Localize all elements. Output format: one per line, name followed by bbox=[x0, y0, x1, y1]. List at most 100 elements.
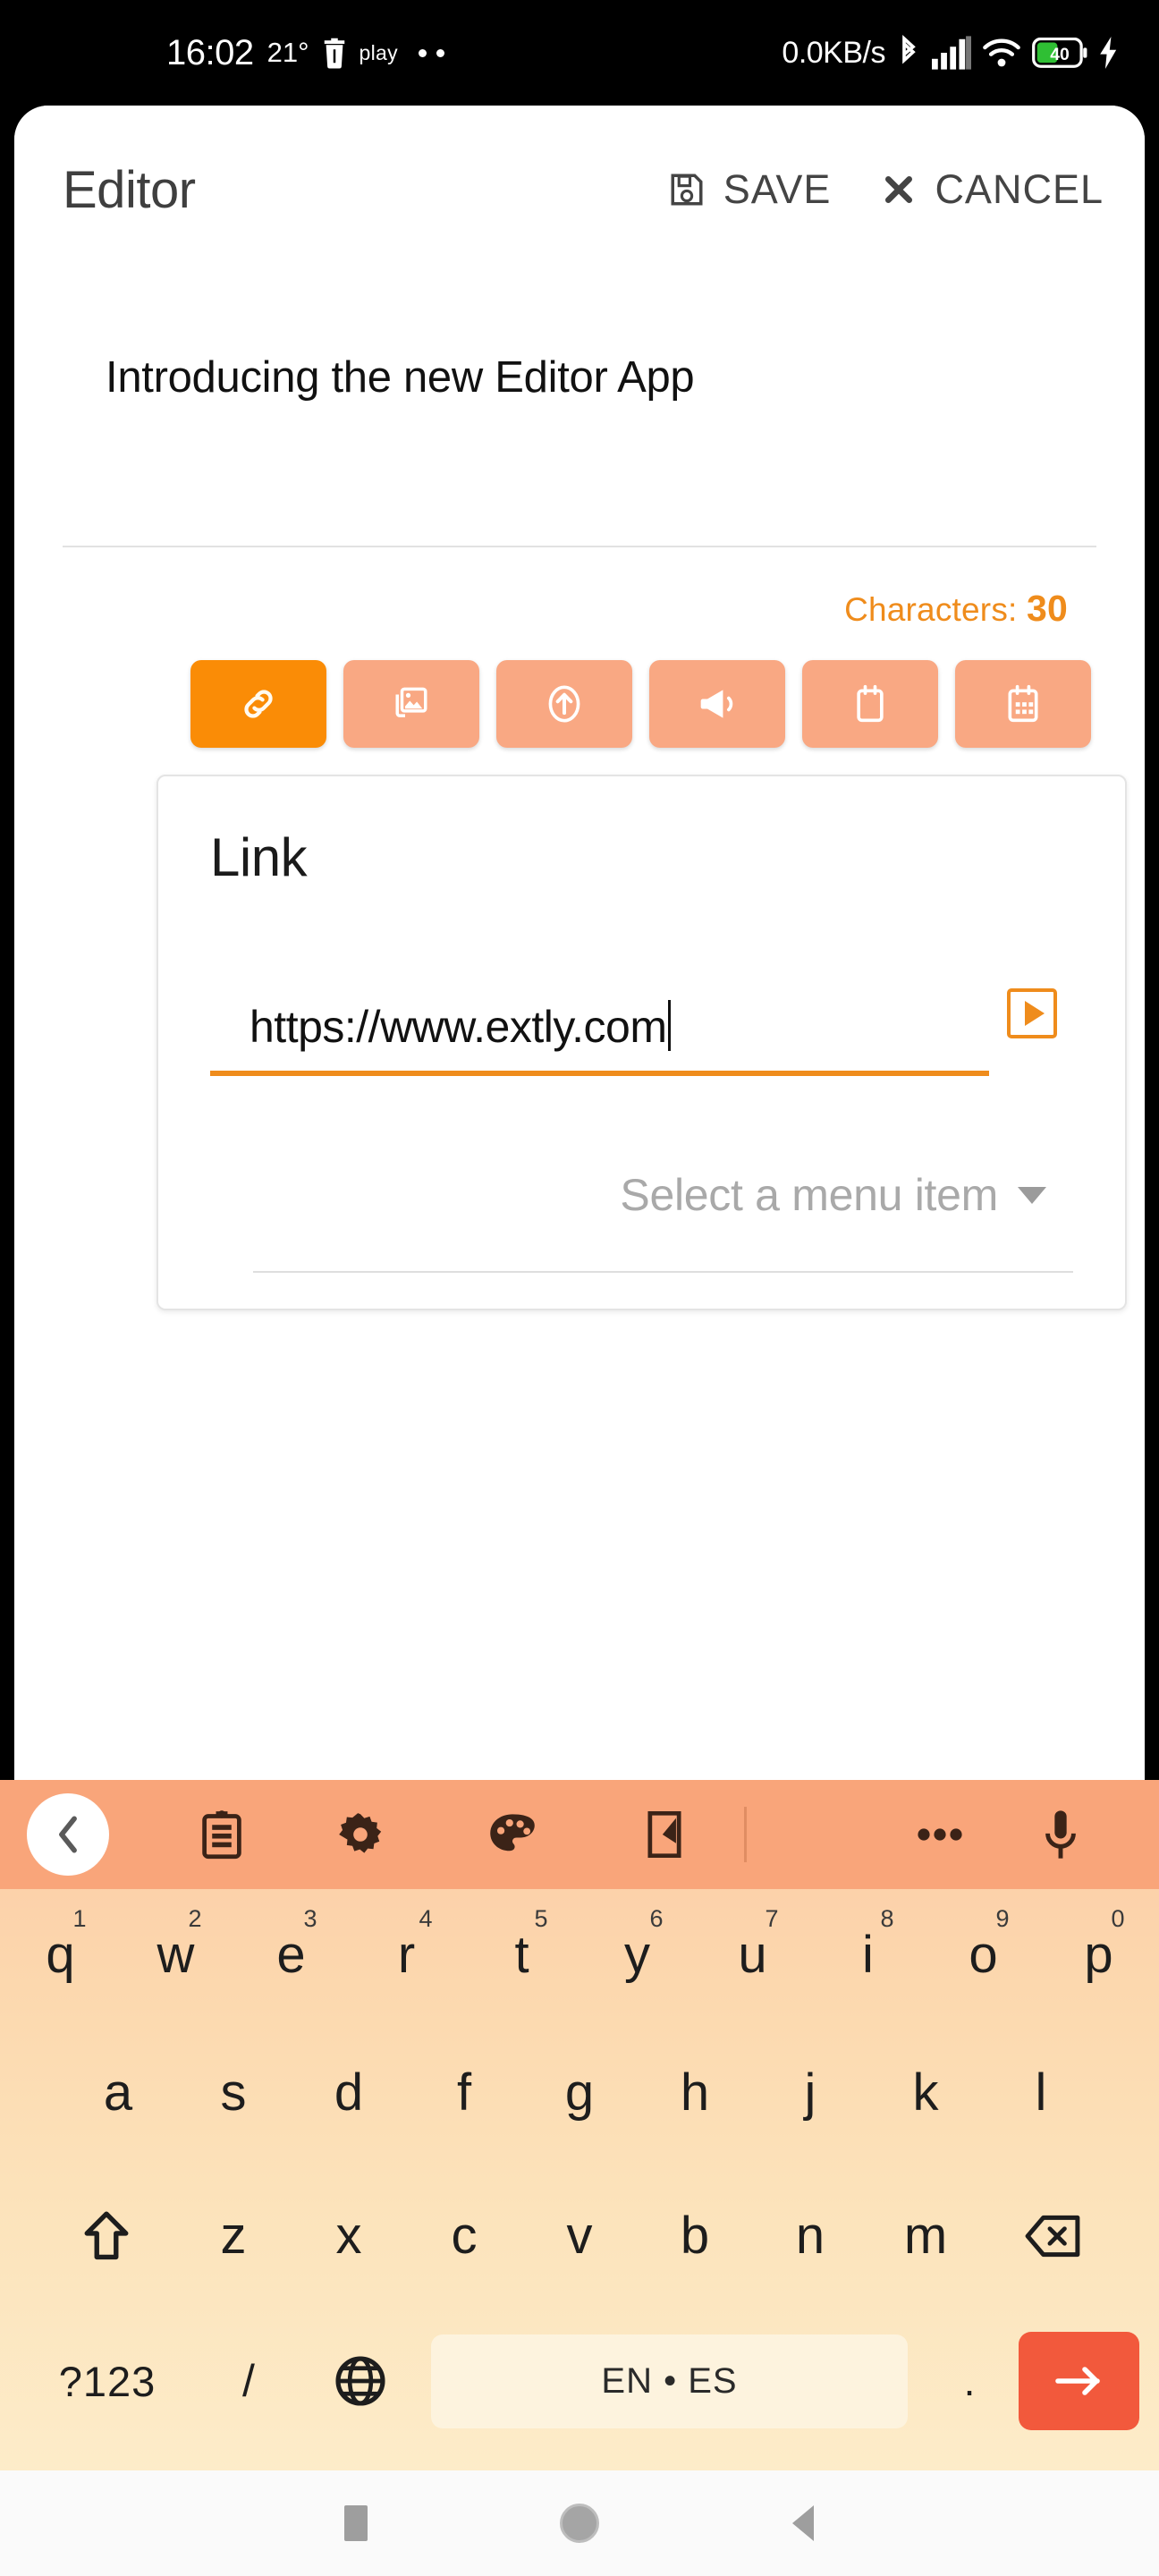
key-slash-label: / bbox=[242, 2356, 255, 2406]
back-chevron-icon bbox=[53, 1814, 83, 1855]
keyboard-row-1: 1q 2w 3e 4r 5t 6y 7u 8i 9o 0p bbox=[0, 1889, 1159, 2021]
key-n[interactable]: n bbox=[753, 2165, 868, 2308]
key-k[interactable]: k bbox=[868, 2021, 984, 2165]
key-m[interactable]: m bbox=[868, 2165, 984, 2308]
key-r[interactable]: 4r bbox=[349, 1889, 464, 2021]
link-card-title: Link bbox=[210, 827, 308, 887]
key-o-label: o bbox=[969, 1926, 998, 1984]
on-screen-keyboard: 1q 2w 3e 4r 5t 6y 7u 8i 9o 0p a s d f g … bbox=[0, 1780, 1159, 2470]
keyboard-voice-button[interactable] bbox=[1007, 1809, 1114, 1860]
link-icon bbox=[239, 684, 278, 724]
gear-icon bbox=[337, 1811, 384, 1858]
app-bar-actions: SAVE CANCEL bbox=[668, 166, 1104, 213]
key-q-label: q bbox=[46, 1926, 75, 1984]
key-language[interactable] bbox=[302, 2355, 419, 2407]
keyboard-theme-button[interactable] bbox=[436, 1811, 588, 1858]
key-t-label: t bbox=[514, 1926, 529, 1984]
cancel-label: CANCEL bbox=[935, 166, 1104, 212]
key-d-label: d bbox=[334, 2063, 364, 2122]
status-bar-left: 16:02 21° play bbox=[166, 33, 444, 73]
key-enter[interactable] bbox=[1019, 2332, 1139, 2430]
key-h-label: h bbox=[680, 2063, 710, 2122]
app-bar: Editor SAVE CANCEL bbox=[14, 106, 1145, 274]
key-t[interactable]: 5t bbox=[464, 1889, 580, 2021]
cancel-button[interactable]: CANCEL bbox=[881, 166, 1104, 213]
save-button[interactable]: SAVE bbox=[668, 166, 832, 213]
key-l-label: l bbox=[1035, 2063, 1047, 2122]
key-f[interactable]: f bbox=[407, 2021, 522, 2165]
toolbar-announcement-button[interactable] bbox=[649, 660, 785, 748]
key-symbols[interactable]: ?123 bbox=[20, 2357, 195, 2406]
play-triangle-icon bbox=[1024, 1001, 1045, 1026]
key-q[interactable]: 1q bbox=[3, 1889, 118, 2021]
toolbar-note-button[interactable] bbox=[802, 660, 938, 748]
toolbar-upload-button[interactable] bbox=[496, 660, 632, 748]
key-e-label: e bbox=[276, 1926, 306, 1984]
key-x[interactable]: x bbox=[292, 2165, 407, 2308]
key-w[interactable]: 2w bbox=[118, 1889, 233, 2021]
key-j[interactable]: j bbox=[753, 2021, 868, 2165]
key-i-label: i bbox=[862, 1926, 874, 1984]
toolbar-calendar-button[interactable] bbox=[955, 660, 1091, 748]
key-u[interactable]: 7u bbox=[695, 1889, 810, 2021]
link-url-field[interactable]: https://www.extly.com bbox=[210, 1000, 989, 1076]
keyboard-toolbar-divider bbox=[744, 1807, 747, 1862]
key-e[interactable]: 3e bbox=[233, 1889, 349, 2021]
key-backspace[interactable] bbox=[984, 2165, 1122, 2308]
wifi-icon bbox=[982, 37, 1021, 69]
key-slash[interactable]: / bbox=[195, 2355, 302, 2407]
key-i[interactable]: 8i bbox=[810, 1889, 926, 2021]
character-counter: Characters: 30 bbox=[63, 547, 1096, 630]
keyboard-row-4: ?123 / EN • ES . bbox=[0, 2308, 1159, 2454]
keyboard-clipboard-button[interactable] bbox=[159, 1809, 284, 1860]
system-navigation-bar bbox=[0, 2470, 1159, 2576]
link-preview-button[interactable] bbox=[1007, 988, 1057, 1038]
key-p[interactable]: 0p bbox=[1041, 1889, 1156, 2021]
key-m-label: m bbox=[903, 2207, 948, 2265]
key-d[interactable]: d bbox=[292, 2021, 407, 2165]
key-period[interactable]: . bbox=[920, 2357, 1019, 2405]
upload-icon bbox=[546, 684, 583, 724]
status-network-speed: 0.0KB/s bbox=[782, 35, 885, 70]
key-y[interactable]: 6y bbox=[580, 1889, 695, 2021]
status-temperature: 21° bbox=[266, 37, 309, 68]
floppy-disk-icon bbox=[668, 171, 706, 208]
key-b[interactable]: b bbox=[638, 2165, 753, 2308]
link-url-input[interactable]: https://www.extly.com bbox=[210, 1000, 989, 1053]
keyboard-settings-button[interactable] bbox=[284, 1811, 436, 1858]
toolbar-gallery-button[interactable] bbox=[343, 660, 479, 748]
keyboard-more-button[interactable] bbox=[873, 1826, 1007, 1843]
nav-home-button[interactable] bbox=[468, 2504, 691, 2543]
recents-square-icon bbox=[344, 2505, 368, 2541]
calendar-icon bbox=[1006, 684, 1040, 724]
bluetooth-icon bbox=[896, 34, 921, 71]
keyboard-row-3: z x c v b n m bbox=[0, 2165, 1159, 2308]
key-c[interactable]: c bbox=[407, 2165, 522, 2308]
key-a[interactable]: a bbox=[61, 2021, 176, 2165]
back-triangle-icon bbox=[792, 2505, 814, 2541]
key-spacebar[interactable]: EN • ES bbox=[431, 2334, 908, 2428]
key-h[interactable]: h bbox=[638, 2021, 753, 2165]
key-z[interactable]: z bbox=[176, 2165, 292, 2308]
document-title-input[interactable]: Introducing the new Editor App bbox=[63, 274, 1096, 402]
handwriting-icon bbox=[644, 1809, 685, 1860]
microphone-icon bbox=[1043, 1809, 1079, 1860]
menu-item-select[interactable]: Select a menu item bbox=[210, 1169, 1073, 1221]
keyboard-handwriting-button[interactable] bbox=[588, 1809, 740, 1860]
nav-back-button[interactable] bbox=[691, 2505, 915, 2541]
page-title: Editor bbox=[63, 160, 196, 219]
key-v[interactable]: v bbox=[522, 2165, 638, 2308]
key-s[interactable]: s bbox=[176, 2021, 292, 2165]
toolbar-link-button[interactable] bbox=[190, 660, 326, 748]
trash-icon bbox=[321, 37, 348, 69]
key-shift[interactable] bbox=[38, 2165, 176, 2308]
battery-icon: 40 bbox=[1032, 37, 1087, 68]
link-url-underline bbox=[210, 1071, 989, 1076]
nav-recents-button[interactable] bbox=[244, 2505, 468, 2541]
key-v-label: v bbox=[566, 2207, 593, 2265]
key-o[interactable]: 9o bbox=[926, 1889, 1041, 2021]
key-l[interactable]: l bbox=[984, 2021, 1099, 2165]
link-card: Link https://www.extly.com Select a menu… bbox=[157, 775, 1127, 1310]
key-g[interactable]: g bbox=[522, 2021, 638, 2165]
keyboard-back-button[interactable] bbox=[27, 1793, 109, 1876]
